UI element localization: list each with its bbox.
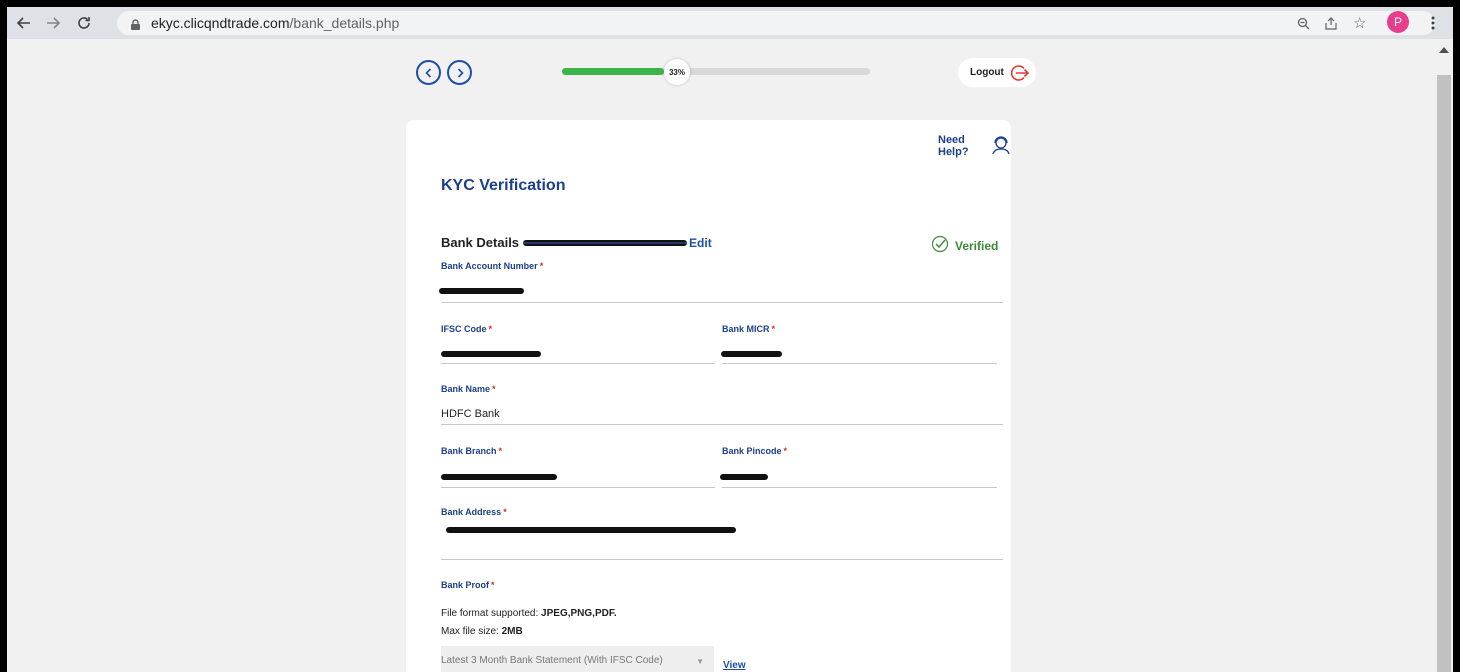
page-scrollbar[interactable]	[1435, 39, 1453, 672]
file-size-value: 2MB	[501, 626, 523, 637]
bank-proof-select-value: Latest 3 Month Bank Statement (With IFSC…	[441, 655, 663, 666]
required-star: *	[539, 261, 544, 271]
reload-icon[interactable]	[73, 12, 95, 34]
bank-name-label-text: Bank Name	[441, 384, 491, 394]
logout-label: Logout	[970, 67, 1004, 78]
scroll-up-arrow-icon[interactable]	[1439, 47, 1449, 53]
bank-proof-label-text: Bank Proof	[441, 580, 490, 590]
ifsc-label: IFSC Code *	[441, 324, 492, 334]
section-title: Bank Details	[441, 235, 520, 250]
required-star: *	[491, 580, 495, 590]
ifsc-label-text: IFSC Code	[441, 324, 487, 334]
check-circle-icon	[931, 235, 949, 256]
url-path: /bank_details.php	[289, 15, 400, 31]
previous-step-button[interactable]	[416, 60, 441, 85]
ifsc-input[interactable]	[441, 351, 541, 357]
ifsc-underline	[441, 363, 715, 364]
chevron-right-icon	[457, 67, 464, 78]
file-format-prefix: File format supported:	[441, 608, 542, 619]
file-format-value: JPEG,PNG,PDF.	[541, 608, 617, 619]
required-star: *	[783, 446, 788, 456]
profile-avatar[interactable]: P	[1387, 11, 1409, 33]
bank-name-input[interactable]: HDFC Bank	[441, 408, 500, 420]
logout-button[interactable]: Logout	[958, 58, 1036, 87]
need-help-link[interactable]: Need Help?	[938, 134, 1011, 158]
account-number-label-text: Bank Account Number	[441, 261, 538, 271]
progress-fill	[562, 68, 664, 75]
zoom-icon[interactable]	[1297, 17, 1310, 35]
bank-name-underline	[441, 424, 1003, 425]
logout-icon	[1009, 63, 1030, 86]
kyc-card: Need Help? KYC Verification Bank Details…	[406, 120, 1011, 672]
browser-toolbar: ekyc.clicqndtrade.com/bank_details.php ☆…	[7, 7, 1453, 39]
bank-pincode-input[interactable]	[720, 474, 768, 480]
url-text: ekyc.clicqndtrade.com/bank_details.php	[151, 15, 399, 31]
bank-pincode-label-text: Bank Pincode	[722, 446, 782, 456]
bank-address-input[interactable]	[446, 527, 736, 533]
micr-label: Bank MICR *	[722, 324, 775, 334]
redacted-name	[523, 239, 688, 246]
dropdown-arrow-icon: ▼	[696, 657, 704, 666]
address-bar[interactable]: ekyc.clicqndtrade.com/bank_details.php ☆	[117, 11, 1435, 35]
account-number-input[interactable]	[439, 288, 524, 294]
account-number-underline	[441, 302, 1003, 303]
bank-branch-label-text: Bank Branch	[441, 446, 497, 456]
micr-label-text: Bank MICR	[722, 324, 770, 334]
forward-arrow-icon[interactable]	[42, 12, 64, 34]
bank-name-label: Bank Name *	[441, 384, 496, 394]
next-step-button[interactable]	[447, 60, 472, 85]
chevron-left-icon	[424, 67, 431, 78]
bank-pincode-label: Bank Pincode *	[722, 446, 787, 456]
verified-badge: Verified	[931, 235, 998, 256]
bank-address-label-text: Bank Address	[441, 507, 502, 517]
support-agent-icon	[991, 135, 1011, 158]
bookmark-star-icon[interactable]: ☆	[1353, 14, 1366, 32]
progress-bar	[562, 68, 870, 75]
bank-pincode-underline	[722, 487, 997, 488]
bank-branch-input[interactable]	[441, 474, 557, 480]
url-domain: ekyc.clicqndtrade.com	[151, 15, 290, 31]
file-size-prefix: Max file size:	[441, 626, 502, 637]
bank-branch-underline	[441, 487, 715, 488]
scroll-thumb[interactable]	[1437, 75, 1451, 672]
page-title: KYC Verification	[441, 177, 566, 194]
micr-input[interactable]	[721, 351, 782, 357]
required-star: *	[503, 507, 507, 517]
required-star: *	[488, 324, 493, 334]
file-format-info: File format supported: JPEG,PNG,PDF.	[441, 608, 617, 619]
account-number-label: Bank Account Number *	[441, 261, 543, 271]
share-icon[interactable]	[1325, 17, 1338, 35]
need-help-label: Need Help?	[938, 134, 969, 158]
required-star: *	[492, 384, 496, 394]
menu-dots-icon[interactable]	[1422, 12, 1444, 34]
bank-branch-label: Bank Branch *	[441, 446, 502, 456]
browser-window: ekyc.clicqndtrade.com/bank_details.php ☆…	[7, 7, 1453, 672]
required-star: *	[498, 446, 503, 456]
lock-icon	[131, 17, 140, 35]
bank-address-label: Bank Address *	[441, 507, 507, 517]
required-star: *	[771, 324, 776, 334]
view-link[interactable]: View	[723, 660, 746, 671]
micr-underline	[722, 363, 997, 364]
file-size-info: Max file size: 2MB	[441, 626, 523, 637]
bank-details-heading: Bank Details Edit	[441, 235, 712, 250]
progress-percent: 33%	[664, 59, 690, 85]
bank-proof-label: Bank Proof *	[441, 580, 495, 590]
bank-address-underline	[441, 559, 1003, 560]
bank-proof-select[interactable]: Latest 3 Month Bank Statement (With IFSC…	[441, 646, 714, 672]
verified-label: Verified	[955, 238, 999, 253]
edit-link[interactable]: Edit	[689, 236, 712, 250]
back-arrow-icon[interactable]	[13, 12, 35, 34]
